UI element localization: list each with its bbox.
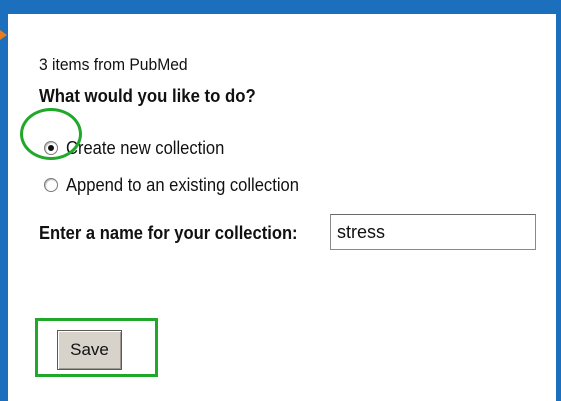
save-button[interactable]: Save [57, 330, 122, 370]
panel-top-border [0, 0, 561, 14]
action-question: What would you like to do? [39, 86, 256, 106]
collection-name-label: Enter a name for your collection: [39, 223, 298, 243]
create-new-radio[interactable] [44, 141, 58, 155]
panel-right-border [556, 14, 561, 401]
create-new-label: Create new collection [66, 137, 225, 158]
orange-marker-icon [0, 30, 7, 40]
create-new-collection-option[interactable]: Create new collection [44, 136, 238, 160]
append-collection-option[interactable]: Append to an existing collection [44, 173, 319, 197]
append-existing-label: Append to an existing collection [66, 174, 299, 195]
save-collection-panel: 3 items from PubMed What would you like … [0, 0, 561, 401]
append-existing-radio[interactable] [44, 178, 58, 192]
collection-name-input[interactable] [330, 214, 536, 250]
panel-left-border [0, 14, 8, 401]
items-count-text: 3 items from PubMed [39, 55, 188, 74]
